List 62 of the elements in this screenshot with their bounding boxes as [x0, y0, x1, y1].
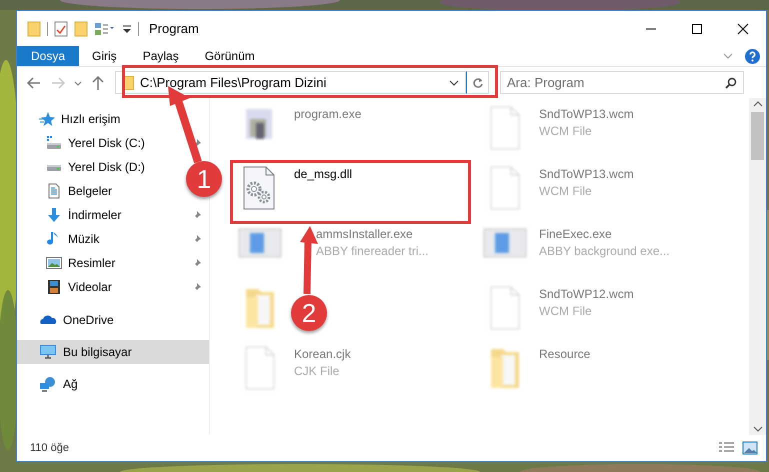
nav-item[interactable]: Bu bilgisayar [17, 340, 209, 364]
refresh-icon[interactable] [472, 76, 484, 88]
network-icon [39, 376, 57, 392]
address-field[interactable]: C:\Program Files\Program Dizini [115, 71, 466, 94]
file-name: FineExec.exe [539, 227, 613, 241]
item-count: 110 öğe [30, 442, 69, 454]
film-icon [46, 279, 62, 295]
search-field[interactable]: Ara: Program [500, 71, 744, 94]
file-type: CJK File [294, 364, 340, 378]
file-name: program.exe [294, 107, 362, 121]
file-name: de_msg.dll [294, 167, 352, 181]
search-icon [725, 76, 737, 88]
file-item[interactable]: program.exe [232, 101, 366, 161]
nav-item[interactable]: Resimler [46, 251, 116, 275]
large-icons-view-icon[interactable] [742, 441, 758, 455]
nav-item[interactable]: Yerel Disk (D:) [46, 155, 145, 179]
arrow [300, 226, 318, 294]
file-item[interactable]: Resource [477, 341, 594, 401]
file-item[interactable]: Korean.cjk CJK File [232, 341, 355, 401]
download-icon [46, 207, 62, 223]
file-type: ABBY background exe... [539, 244, 670, 258]
refresh-button[interactable] [466, 71, 489, 94]
file-name: Resource [539, 347, 590, 361]
file-item[interactable]: SndToWP13.wcm WCM File [477, 161, 638, 221]
drive-icon [46, 135, 62, 151]
file-type: WCM File [539, 184, 593, 198]
file-type: ABBY finereader tri... [316, 244, 428, 258]
file-item[interactable]: FineExec.exe ABBY background exe... [477, 221, 674, 281]
file-item[interactable]: SndToWP12.wcm WCM File [477, 281, 638, 341]
scrollbar-thumb[interactable] [751, 112, 764, 160]
file-item[interactable]: SndToWP13.wcm WCM File [477, 101, 638, 161]
chevron-icon[interactable] [723, 52, 733, 60]
nav-item[interactable]: Müzik [46, 227, 100, 251]
nav-item[interactable]: Videolar [46, 275, 112, 299]
view-icon[interactable] [94, 20, 116, 36]
nav-item[interactable]: İndirmeler [46, 203, 122, 227]
nav-item[interactable]: Hızlı erişim [39, 107, 120, 131]
file-type: WCM File [539, 124, 593, 138]
nav-item[interactable]: Belgeler [46, 179, 112, 203]
file-type: WCM File [539, 304, 593, 318]
nav-item[interactable]: Ağ [39, 372, 78, 396]
dropdown-icon[interactable] [449, 78, 459, 86]
window-title: Program [149, 21, 199, 36]
file-item[interactable]: ammsInstaller.exe ABBY finereader tri... [232, 221, 432, 281]
properties-icon[interactable] [54, 20, 68, 36]
file-name: SndToWP13.wcm [539, 107, 634, 121]
ribbon-tab[interactable]: Dosya [17, 46, 80, 66]
help-icon[interactable] [745, 48, 760, 64]
ribbon-tab[interactable]: Giriş [79, 46, 130, 66]
ribbon-tab[interactable]: Görünüm [192, 46, 268, 66]
file-name: SndToWP13.wcm [539, 167, 634, 181]
file-name: ammsInstaller.exe [316, 227, 414, 241]
star-icon [39, 111, 55, 127]
file-item[interactable]: de_msg.dll [232, 161, 356, 221]
nav-item[interactable]: Yerel Disk (C:) [46, 131, 145, 155]
file-name: SndToWP12.wcm [539, 287, 634, 301]
document-icon [46, 183, 62, 199]
nav-item[interactable]: OneDrive [39, 308, 114, 332]
computer-icon [39, 344, 57, 360]
picture-icon [46, 255, 62, 271]
ribbon-tab[interactable]: Paylaş [130, 46, 192, 66]
file-name: Korean.cjk [294, 347, 351, 361]
